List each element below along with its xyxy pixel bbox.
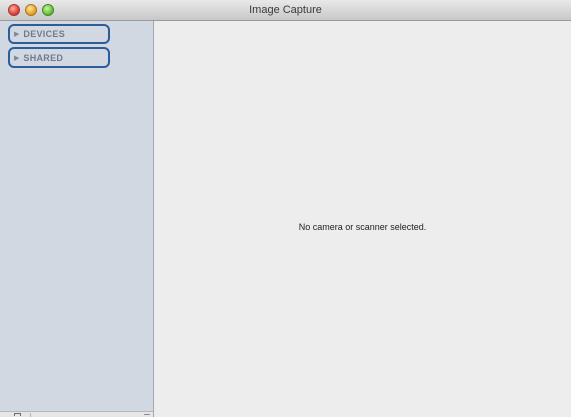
empty-state-message: No camera or scanner selected. [298,222,427,232]
title-bar[interactable]: Image Capture [0,0,571,21]
main-content-area: No camera or scanner selected. [154,21,571,417]
sidebar-section-label: DEVICES [23,29,66,39]
sidebar-section-label: SHARED [23,52,64,63]
sidebar-section-shared[interactable]: ▶ SHARED [8,47,110,68]
disclosure-triangle-icon[interactable]: ▶ [14,30,19,38]
image-capture-window: Image Capture ▶ DEVICES ▶ SHARED No came… [0,0,571,417]
sidebar-bottom-divider [30,413,31,417]
sidebar: ▶ DEVICES ▶ SHARED [0,21,154,417]
sidebar-action-icon[interactable] [14,413,21,416]
window-title: Image Capture [249,4,322,16]
sidebar-section-devices[interactable]: ▶ DEVICES [8,24,110,44]
disclosure-triangle-icon[interactable]: ▶ [14,54,19,62]
sidebar-bottom-bar [0,411,153,417]
